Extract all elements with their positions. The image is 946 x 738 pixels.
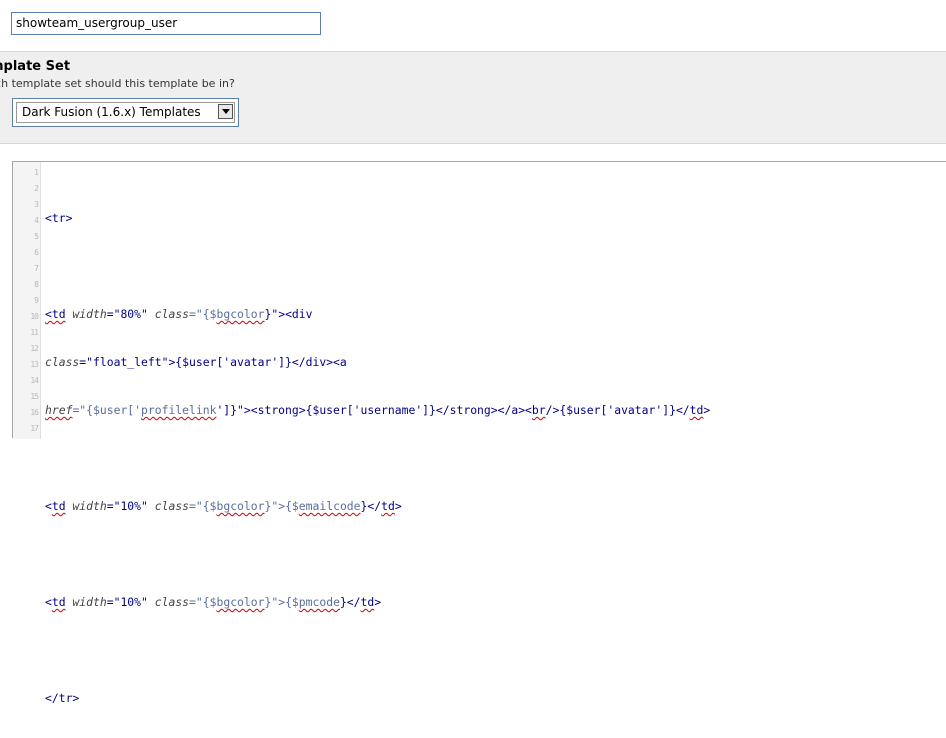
template-set-selected-value: Dark Fusion (1.6.x) Templates (22, 105, 201, 119)
code-token: width (72, 307, 107, 321)
template-set-description: ich template set should this template be… (0, 77, 235, 90)
code-token: < (45, 499, 52, 513)
code-content[interactable]: <tr> <td width="80%" class="{$bgcolor}">… (45, 178, 710, 738)
code-token: emailcode (298, 499, 361, 513)
code-token: href (45, 403, 73, 417)
code-token: > (394, 499, 402, 513)
gutter-mark: 15 (30, 392, 39, 401)
code-token: pmcode (298, 595, 340, 609)
code-token: bgcolor (216, 499, 265, 513)
code-token: <td (45, 307, 66, 321)
gutter-mark: 13 (30, 360, 39, 369)
code-token: ="float_left">{$user['avatar']}</div><a (79, 355, 347, 369)
code-token: class (154, 307, 190, 321)
gutter-mark: 12 (30, 344, 39, 353)
gutter-mark: 7 (34, 264, 39, 273)
gutter-mark: 16 (30, 408, 39, 417)
code-token: }"><div (264, 307, 313, 321)
gutter-mark: 8 (34, 280, 39, 289)
code-token: class (154, 499, 190, 513)
gutter-mark: 3 (34, 200, 39, 209)
template-set-select-box[interactable]: Dark Fusion (1.6.x) Templates (16, 102, 235, 123)
code-token: bgcolor (216, 307, 265, 321)
code-token: td (360, 595, 375, 609)
code-token: bgcolor (216, 595, 265, 609)
code-token: }">{$ (264, 499, 299, 513)
code-token: </tr> (45, 691, 80, 705)
code-line: </tr> (45, 690, 710, 706)
code-token: ="80%" (106, 307, 148, 321)
code-token: ="10%" (106, 499, 148, 513)
line-number-gutter: 1 2 3 4 5 6 7 8 9 10 11 12 13 14 15 16 1… (13, 162, 41, 439)
template-title-input[interactable]: showteam_usergroup_user (11, 12, 321, 35)
gutter-mark: 2 (34, 184, 39, 193)
code-token: ="{$ (189, 307, 217, 321)
code-line: <tr> (45, 210, 710, 226)
gutter-mark: 17 (30, 424, 39, 433)
code-line: <td width="80%" class="{$bgcolor}"><div (45, 306, 710, 322)
code-token: ="{$ (189, 499, 217, 513)
gutter-mark: 11 (30, 328, 39, 337)
template-code-editor[interactable]: 1 2 3 4 5 6 7 8 9 10 11 12 13 14 15 16 1… (12, 161, 946, 705)
code-token: width (72, 499, 107, 513)
code-token: width (72, 595, 107, 609)
gutter-mark: 6 (34, 248, 39, 257)
template-set-section: mplate Set ich template set should this … (0, 52, 946, 144)
code-token: }</ (360, 499, 382, 513)
code-line: class="float_left">{$user['avatar']}</di… (45, 354, 710, 370)
code-token: td (51, 499, 66, 513)
code-token: br (531, 403, 546, 417)
gutter-mark: 10 (30, 312, 39, 321)
template-set-select[interactable]: Dark Fusion (1.6.x) Templates (12, 98, 239, 127)
gutter-mark: 9 (34, 296, 39, 305)
code-token: }">{$ (264, 595, 299, 609)
code-token: td (689, 403, 704, 417)
code-token: ="{$ (189, 595, 217, 609)
code-token: />{$user['avatar']}</ (545, 403, 690, 417)
code-token: < (45, 595, 52, 609)
code-token: }</ (339, 595, 361, 609)
gutter-mark: 14 (30, 376, 39, 385)
code-line: <td width="10%" class="{$bgcolor}">{$ema… (45, 498, 710, 514)
code-token: td (381, 499, 395, 513)
template-set-heading: mplate Set (0, 59, 71, 74)
code-token: > (374, 595, 382, 609)
code-token: ="10%" (106, 595, 148, 609)
code-token: > (703, 403, 711, 417)
code-token: ="{$user[' (72, 403, 142, 417)
template-name-section: showteam_usergroup_user (0, 0, 946, 52)
code-token: ']}"><strong>{$user['username']}</strong… (216, 403, 532, 417)
gutter-mark: 4 (34, 216, 39, 225)
code-line: <td width="10%" class="{$bgcolor}">{$pmc… (45, 594, 710, 610)
code-token: profilelink (141, 403, 217, 417)
dropdown-arrow-icon[interactable] (218, 104, 233, 119)
code-token: <tr> (45, 211, 73, 225)
code-token: td (51, 595, 66, 609)
code-token: class (154, 595, 190, 609)
gutter-mark: 5 (34, 232, 39, 241)
code-token: class (45, 355, 80, 369)
code-line: href="{$user['profilelink']}"><strong>{$… (45, 402, 710, 418)
gutter-mark: 1 (34, 168, 39, 177)
